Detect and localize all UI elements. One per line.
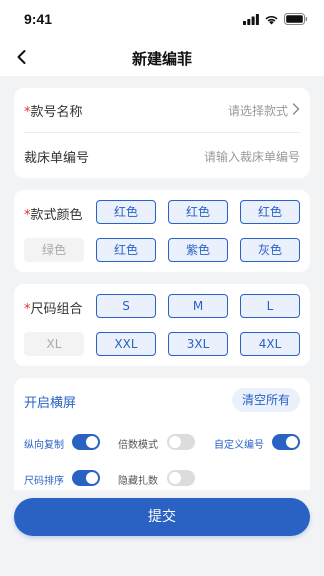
option-label: 尺码排序	[24, 476, 64, 487]
submit-button[interactable]: 提交	[14, 498, 310, 536]
color-card: *款式颜色 红色 红色 红色 绿色 红色 紫色 灰色	[14, 190, 310, 272]
switch-knob	[86, 472, 98, 484]
option-label: 自定义编号	[214, 440, 264, 451]
size-chip[interactable]: L	[240, 294, 300, 318]
style-select-row[interactable]: *款号名称 请选择款式	[24, 88, 300, 132]
color-chip[interactable]: 灰色	[240, 238, 300, 262]
option-label: 倍数模式	[118, 440, 158, 451]
status-bar: 9:41	[0, 0, 324, 38]
clear-all-button[interactable]: 清空所有	[232, 388, 300, 412]
signal-icon	[243, 13, 259, 25]
custom-number-switch[interactable]	[272, 434, 300, 450]
size-chip[interactable]: 3XL	[168, 332, 228, 356]
switch-knob	[169, 436, 181, 448]
option-label: 隐藏扎数	[118, 476, 158, 487]
battery-icon	[284, 13, 308, 25]
divider	[24, 132, 300, 133]
color-chip[interactable]: 红色	[96, 200, 156, 224]
settings-card: 开启横屏 清空所有 纵向复制 倍数模式 自定义编号 尺码排序 隐藏扎数	[14, 378, 310, 490]
status-icons	[243, 13, 308, 25]
color-base-chip[interactable]: 绿色	[24, 238, 84, 262]
chevron-right-icon	[292, 103, 300, 115]
switch-knob	[286, 436, 298, 448]
bed-number-label: 裁床单编号	[24, 151, 90, 166]
bed-number-input[interactable]: 请输入裁床单编号	[204, 148, 300, 165]
nav-bar: 新建编菲	[0, 38, 324, 76]
size-sort-switch[interactable]	[72, 470, 100, 486]
wifi-icon	[265, 15, 278, 24]
size-chip[interactable]: M	[168, 294, 228, 318]
switch-knob	[86, 436, 98, 448]
page-title: 新建编菲	[131, 50, 192, 68]
size-label: *尺码组合	[24, 302, 83, 317]
option-label: 纵向复制	[24, 440, 64, 451]
color-chip[interactable]: 红色	[96, 238, 156, 262]
color-chip[interactable]: 紫色	[168, 238, 228, 262]
color-label: *款式颜色	[24, 208, 83, 223]
hide-bundle-count-switch[interactable]	[167, 470, 195, 486]
basic-info-card: *款号名称 请选择款式 裁床单编号 请输入裁床单编号	[14, 88, 310, 178]
style-placeholder: 请选择款式	[227, 104, 288, 118]
color-chip[interactable]: 红色	[168, 200, 228, 224]
size-base-chip[interactable]: XL	[24, 332, 84, 356]
landscape-toggle-link[interactable]: 开启横屏	[24, 392, 76, 411]
switch-knob	[169, 472, 181, 484]
style-label: *款号名称	[24, 105, 83, 120]
size-chip[interactable]: 4XL	[240, 332, 300, 356]
color-chip[interactable]: 红色	[240, 200, 300, 224]
vertical-copy-switch[interactable]	[72, 434, 100, 450]
multiple-mode-switch[interactable]	[167, 434, 195, 450]
bed-number-row: 裁床单编号 请输入裁床单编号	[24, 134, 300, 178]
size-chip[interactable]: S	[96, 294, 156, 318]
size-chip[interactable]: XXL	[96, 332, 156, 356]
status-time: 9:41	[24, 11, 53, 27]
size-card: *尺码组合 S M L XL XXL 3XL 4XL	[14, 284, 310, 366]
